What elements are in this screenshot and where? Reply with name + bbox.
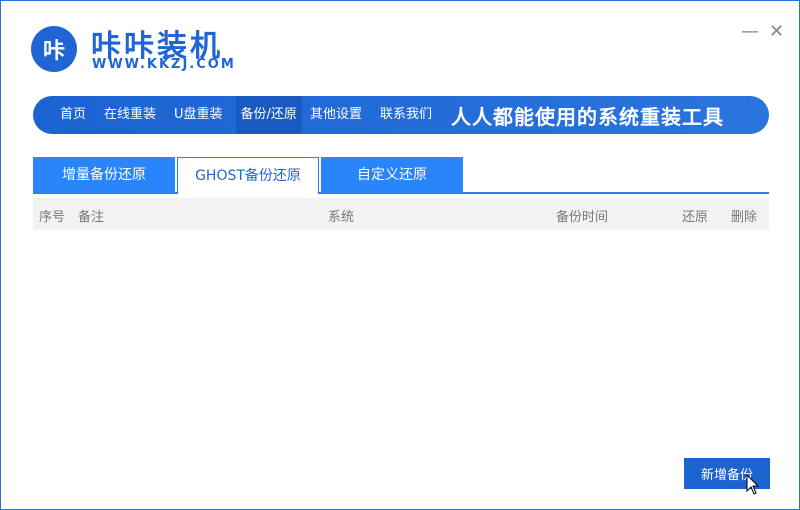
nav-usb-reinstall[interactable]: U盘重装 [169,96,228,134]
tab-ghost-backup[interactable]: GHOST备份还原 [177,157,319,194]
mouse-cursor-icon [746,474,760,495]
col-system: 系统 [328,210,355,225]
col-delete: 删除 [731,210,758,225]
slogan: 人人都能使用的系统重装工具 [450,104,724,129]
tab-incremental-backup[interactable]: 增量备份还原 [33,157,175,193]
tab-bar: 增量备份还原 GHOST备份还原 自定义还原 [33,157,769,194]
close-button[interactable]: ✕ [769,21,784,42]
col-index: 序号 [39,210,66,225]
nav-other-settings[interactable]: 其他设置 [305,96,367,134]
nav-contact[interactable]: 联系我们 [375,96,437,134]
main-nav: 首页 在线重装 U盘重装 备份/还原 其他设置 联系我们 人人都能使用的系统重装… [33,96,769,134]
nav-backup-restore[interactable]: 备份/还原 [235,96,302,134]
app-logo-icon: 咔 [31,26,77,72]
nav-home[interactable]: 首页 [55,96,91,134]
col-backup-time: 备份时间 [556,210,609,225]
tab-custom-restore[interactable]: 自定义还原 [321,157,463,193]
col-note: 备注 [78,210,105,225]
nav-online-reinstall[interactable]: 在线重装 [99,96,161,134]
table-header: 序号 备注 系统 备份时间 还原 删除 [33,198,769,230]
col-restore: 还原 [682,210,709,225]
minimize-button[interactable]: — [741,21,759,42]
app-url: WWW.KKZJ.COM [92,57,236,72]
